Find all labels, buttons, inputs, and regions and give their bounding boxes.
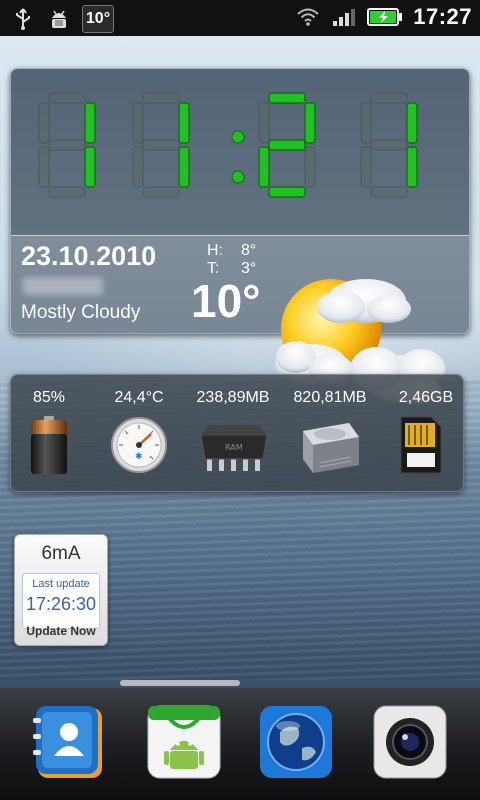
segment-c bbox=[178, 146, 190, 188]
svg-text:✱: ✱ bbox=[135, 452, 143, 462]
segment-f bbox=[132, 102, 144, 144]
segment-c bbox=[304, 146, 316, 188]
segment-a bbox=[268, 92, 306, 104]
ram-free-label: 238,89MB bbox=[196, 389, 270, 406]
segment-b bbox=[84, 102, 96, 144]
segment-e bbox=[38, 146, 50, 188]
segment-e bbox=[132, 146, 144, 188]
city-name-blurred bbox=[23, 277, 103, 295]
weather-condition: Mostly Cloudy bbox=[21, 302, 141, 323]
last-update-box: Last update 17:26:30 bbox=[22, 573, 100, 629]
colon-dot bbox=[231, 170, 245, 184]
globe-icon[interactable] bbox=[258, 704, 334, 780]
battery-current-widget[interactable]: 6mA Last update 17:26:30 Update Now bbox=[14, 534, 108, 646]
segment-d bbox=[370, 186, 408, 198]
cpu-temp-label: 24,4°C bbox=[114, 389, 164, 406]
segment-b bbox=[406, 102, 418, 144]
contacts-icon[interactable] bbox=[32, 704, 108, 780]
status-bar[interactable]: 10° 17:27 bbox=[0, 0, 480, 36]
ram-chip-icon: RAM bbox=[197, 415, 271, 480]
last-update-time: 17:26:30 bbox=[25, 594, 97, 614]
sd-card-icon bbox=[397, 415, 445, 480]
segment-f bbox=[258, 102, 270, 144]
clock-panel[interactable] bbox=[11, 69, 469, 236]
last-update-label: Last update bbox=[32, 578, 90, 590]
wifi-icon bbox=[295, 4, 321, 30]
high-value: 8° bbox=[241, 242, 257, 259]
app-drawer-handle[interactable] bbox=[120, 680, 240, 686]
high-low-temps: H: 8° T: 3° bbox=[207, 242, 256, 278]
segment-b bbox=[178, 102, 190, 144]
segment-e bbox=[360, 146, 372, 188]
current-value: 6mA bbox=[41, 543, 81, 564]
update-now-button[interactable]: Update Now bbox=[15, 624, 107, 638]
system-info-widget[interactable]: 85% 24,4°C 238,89MB 820,81MB 2,46GB ✱ RA… bbox=[10, 374, 464, 492]
segment-f bbox=[360, 102, 372, 144]
internal-storage-label: 820,81MB bbox=[293, 389, 367, 406]
battery-icon bbox=[27, 415, 71, 482]
segment-d bbox=[142, 186, 180, 198]
segment-a bbox=[142, 92, 180, 104]
status-clock: 17:27 bbox=[413, 4, 472, 29]
date-label: 23.10.2010 bbox=[21, 241, 157, 271]
segment-b bbox=[304, 102, 316, 144]
temperature-badge: 10° bbox=[82, 5, 114, 33]
hard-disk-icon bbox=[299, 415, 361, 480]
battery-charging-icon bbox=[367, 4, 403, 30]
segment-g bbox=[268, 139, 306, 151]
segment-d bbox=[268, 186, 306, 198]
svg-text:RAM: RAM bbox=[225, 443, 243, 452]
colon-dot bbox=[231, 130, 245, 144]
segment-a bbox=[370, 92, 408, 104]
usb-icon bbox=[10, 6, 36, 32]
sd-storage-label: 2,46GB bbox=[398, 389, 454, 406]
android-debug-icon bbox=[46, 6, 72, 32]
segment-f bbox=[38, 102, 50, 144]
segment-g bbox=[142, 139, 180, 151]
segment-c bbox=[84, 146, 96, 188]
battery-level-label: 85% bbox=[32, 389, 66, 406]
camera-icon[interactable] bbox=[372, 704, 448, 780]
segment-g bbox=[370, 139, 408, 151]
high-label: H: bbox=[207, 242, 223, 259]
signal-icon bbox=[331, 4, 357, 30]
segment-e bbox=[258, 146, 270, 188]
segment-d bbox=[48, 186, 86, 198]
segment-a bbox=[48, 92, 86, 104]
thermometer-gauge-icon: ✱ bbox=[109, 415, 169, 480]
segment-c bbox=[406, 146, 418, 188]
digital-clock-display bbox=[38, 92, 418, 198]
android-market-icon[interactable] bbox=[146, 704, 222, 780]
current-temperature: 10° bbox=[191, 275, 261, 327]
segment-g bbox=[48, 139, 86, 151]
clock-weather-widget[interactable]: 23.10.2010 Mostly Cloudy H: 8° T: 3° 10° bbox=[10, 68, 470, 405]
